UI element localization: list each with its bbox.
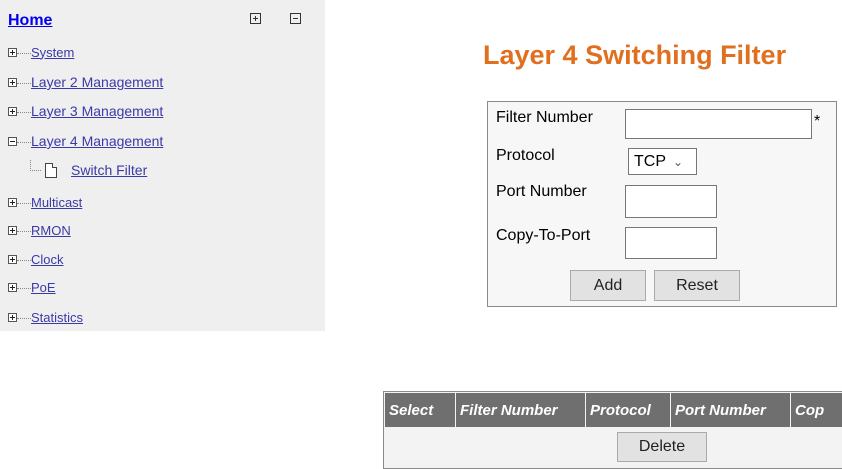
filter-number-label: Filter Number [496, 109, 593, 126]
port-number-input[interactable] [625, 185, 717, 218]
tree-link-multicast[interactable]: Multicast [31, 195, 82, 210]
port-number-label: Port Number [496, 183, 587, 200]
tree-connector [17, 260, 31, 262]
reset-button[interactable]: Reset [654, 270, 740, 301]
collapse-icon[interactable] [8, 136, 17, 146]
expand-icon[interactable] [8, 312, 17, 322]
copy-to-port-input[interactable] [625, 227, 717, 259]
tree-link-switch-filter[interactable]: Switch Filter [71, 162, 147, 178]
tree-connector [17, 142, 31, 144]
tree-item-switch-filter[interactable]: Switch Filter [30, 159, 147, 178]
expand-icon[interactable] [8, 47, 17, 57]
tree-item-poe[interactable]: PoE [8, 277, 56, 297]
add-button[interactable]: Add [570, 270, 646, 301]
protocol-selected-value: TCP [634, 152, 666, 170]
tree-link-clock[interactable]: Clock [31, 252, 64, 267]
tree-connector [17, 83, 31, 85]
column-header-protocol: Protocol [586, 393, 670, 427]
tree-connector [17, 53, 31, 55]
tree-link-layer-4-management[interactable]: Layer 4 Management [31, 133, 163, 149]
expand-icon[interactable] [8, 77, 17, 87]
expand-icon[interactable] [8, 282, 17, 292]
collapse-all-icon[interactable] [290, 13, 301, 24]
chevron-down-icon: ⌄ [673, 154, 684, 169]
tree-item-clock[interactable]: Clock [8, 249, 64, 269]
tree-item-layer-2-management[interactable]: Layer 2 Management [8, 72, 163, 92]
tree-link-rmon[interactable]: RMON [31, 223, 71, 238]
filter-form: Filter Number * Protocol TCP ⌄ Port Numb… [487, 101, 837, 307]
home-link[interactable]: Home [8, 12, 52, 30]
tree-connector [17, 231, 31, 233]
tree-item-multicast[interactable]: Multicast [8, 192, 82, 212]
expand-all-icon[interactable] [250, 13, 261, 24]
tree-connector [17, 288, 31, 290]
column-header-copy-to-port: Cop [791, 393, 842, 427]
delete-button[interactable]: Delete [617, 432, 707, 462]
copy-to-port-label: Copy-To-Port [496, 227, 591, 244]
tree-link-poe[interactable]: PoE [31, 280, 56, 295]
expand-icon[interactable] [8, 106, 17, 116]
tree-item-statistics[interactable]: Statistics [8, 307, 83, 327]
tree-connector [30, 159, 41, 171]
expand-icon[interactable] [8, 225, 17, 235]
tree-connector [17, 203, 31, 205]
tree-connector [17, 112, 31, 114]
tree-item-layer-3-management[interactable]: Layer 3 Management [8, 101, 163, 121]
tree-connector [17, 318, 31, 320]
tree-item-rmon[interactable]: RMON [8, 220, 71, 240]
navigation-tree: Home System Layer 2 Management Layer 3 M… [0, 0, 325, 331]
protocol-select[interactable]: TCP ⌄ [628, 148, 697, 175]
column-header-filter-number: Filter Number [456, 393, 585, 427]
expand-icon[interactable] [8, 254, 17, 264]
expand-icon[interactable] [8, 197, 17, 207]
filter-number-input[interactable] [625, 109, 812, 139]
table-header-row: Select Filter Number Protocol Port Numbe… [385, 393, 842, 427]
tree-link-layer-3-management[interactable]: Layer 3 Management [31, 103, 163, 119]
tree-item-system[interactable]: System [8, 42, 74, 62]
tree-link-statistics[interactable]: Statistics [31, 310, 83, 325]
tree-item-layer-4-management[interactable]: Layer 4 Management [8, 131, 163, 151]
column-header-select: Select [385, 393, 455, 427]
page-title: Layer 4 Switching Filter [483, 40, 787, 70]
required-marker: * [814, 113, 821, 130]
tree-link-system[interactable]: System [31, 45, 74, 60]
tree-link-layer-2-management[interactable]: Layer 2 Management [31, 74, 163, 90]
protocol-label: Protocol [496, 147, 555, 164]
filter-table: Select Filter Number Protocol Port Numbe… [383, 391, 842, 469]
document-icon [45, 162, 57, 178]
column-header-port-number: Port Number [671, 393, 790, 427]
